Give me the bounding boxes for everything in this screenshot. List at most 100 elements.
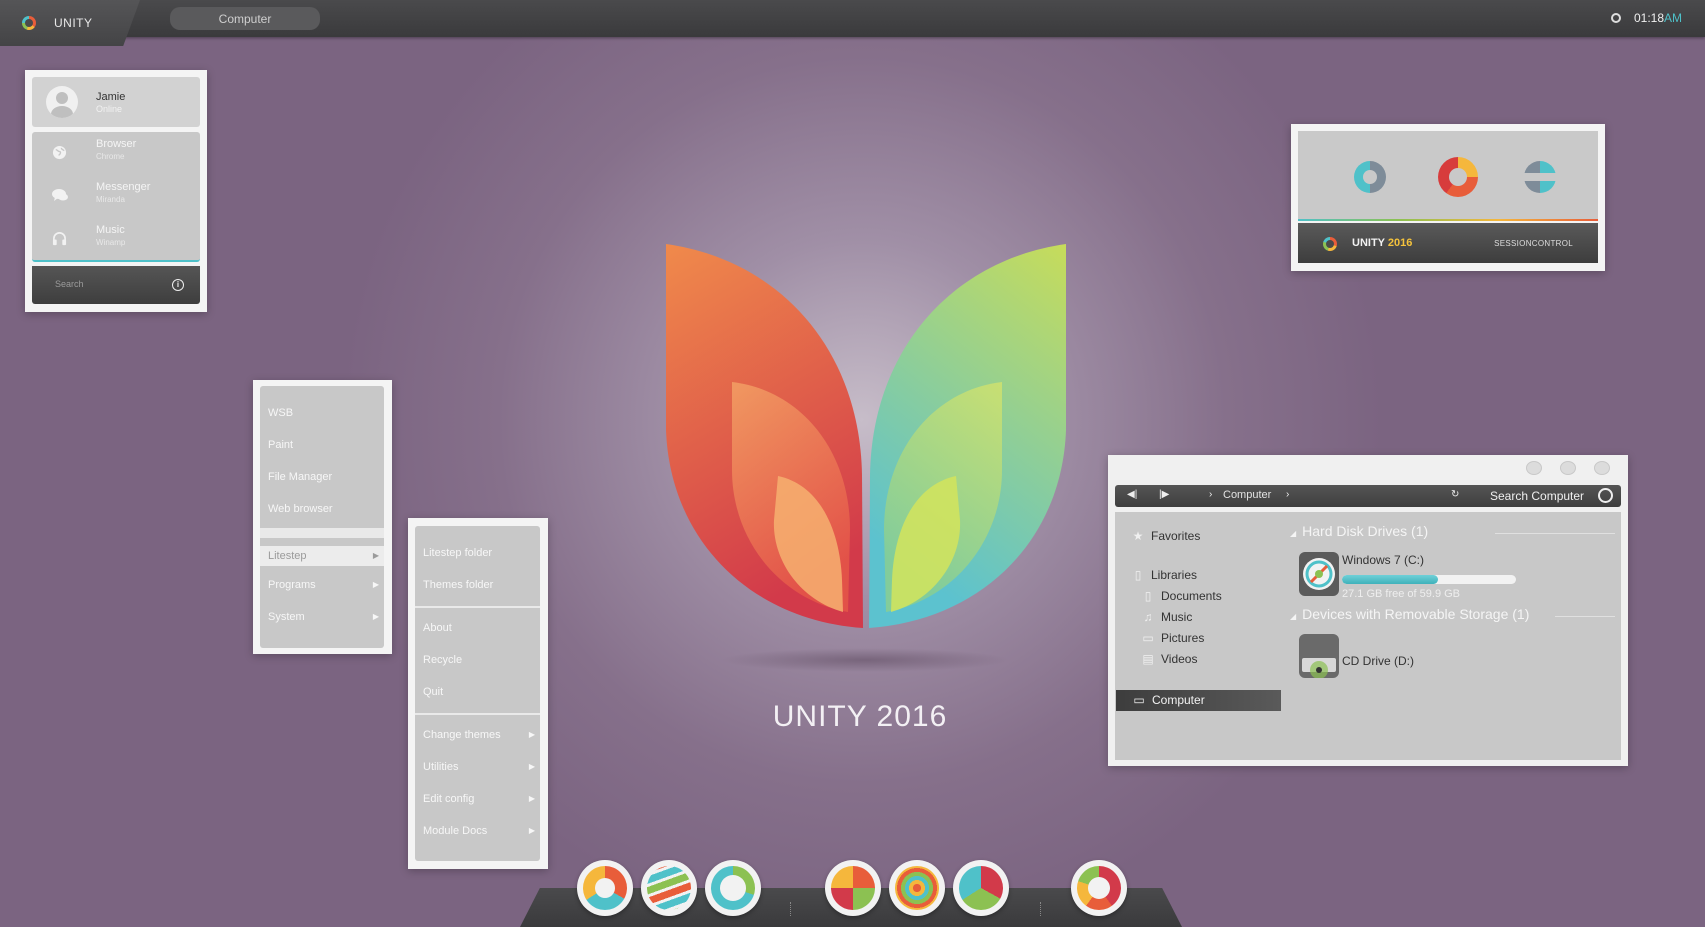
refresh-icon[interactable]: ↻ [1451,489,1459,500]
menu-item-paint[interactable]: Paint [260,430,384,460]
menu-item-quit[interactable]: Quit [415,677,540,707]
search-icon[interactable] [1598,488,1613,503]
headphones-icon [52,231,67,246]
nav-libraries[interactable]: ▯ Libraries [1131,568,1197,582]
back-icon[interactable]: ◀| [1127,489,1137,500]
group-hard-disks[interactable]: ◢ Hard Disk Drives (1) [1290,523,1428,539]
collapse-triangle-icon: ◢ [1290,529,1297,538]
user-header[interactable]: Jamie Online [32,77,200,127]
user-name: Jamie [96,91,126,103]
book-icon: ▯ [1134,568,1142,582]
clock[interactable]: 01:18AM [1634,11,1682,25]
search-input[interactable]: Search Computer [1490,489,1584,503]
triad-icon[interactable] [953,860,1009,916]
session-widget: UNITY 2016 SESSIONCONTROL [1291,124,1605,271]
globe-icon [52,145,67,160]
menu-item-themes-folder[interactable]: Themes folder [415,570,540,600]
group-divider [1495,533,1615,534]
restart-icon[interactable] [1524,161,1556,193]
close-button[interactable] [1594,461,1610,475]
menu-item-recycle[interactable]: Recycle [415,645,540,675]
film-icon: ▤ [1142,652,1154,666]
search-input[interactable]: Search [55,279,84,289]
nav-pictures[interactable]: ▭ Pictures [1141,631,1204,645]
menu-item-label: Change themes [423,729,501,741]
breadcrumb-chevron-icon[interactable]: › [1286,489,1289,500]
nav-label: Pictures [1161,631,1205,645]
session-title-text: UNITY [1352,237,1385,249]
start-menu: WSB Paint File Manager Web browser Lites… [253,380,392,654]
chevron-right-icon: ▶ [528,730,535,739]
menu-item-litestep[interactable]: Litestep ▶ [260,546,384,566]
menu-item-change-themes[interactable]: Change themes ▶ [415,720,540,750]
wallpaper-caption: UNITY 2016 [772,700,948,733]
hard-drive-icon[interactable] [1299,552,1339,596]
app-item-messenger[interactable]: Messenger Miranda [32,175,200,217]
menu-item-web-browser[interactable]: Web browser [260,494,384,524]
cd-drive-icon[interactable] [1299,634,1339,679]
computer-icon: ▭ [1133,693,1145,707]
spiral-icon[interactable] [889,860,945,916]
clock-time: 01:18 [1634,11,1665,25]
menu-item-wsb[interactable]: WSB [260,398,384,428]
maximize-button[interactable] [1560,461,1576,475]
minimize-button[interactable] [1526,461,1542,475]
menu-item-system[interactable]: System ▶ [260,602,384,632]
chrome-like-icon[interactable] [577,860,633,916]
menu-item-file-manager[interactable]: File Manager [260,462,384,492]
menu-item-label: Programs [268,579,316,591]
drive-d-name[interactable]: CD Drive (D:) [1342,654,1414,668]
waves-icon[interactable] [641,860,697,916]
info-icon[interactable]: i [172,279,184,291]
drive-c-usage-bar [1342,575,1516,584]
top-bar: UNITY Computer 01:18AM [0,0,1705,46]
app-item-browser[interactable]: Browser Chrome [32,132,200,174]
shutdown-icon[interactable] [1438,157,1478,197]
menu-item-module-docs[interactable]: Module Docs ▶ [415,816,540,846]
group-removable[interactable]: ◢ Devices with Removable Storage (1) [1290,606,1529,622]
nav-documents[interactable]: ▯ Documents [1141,589,1222,603]
session-year: 2016 [1387,237,1413,249]
clock-icon [1611,13,1621,23]
breadcrumb[interactable]: Computer [1223,489,1271,501]
avatar [46,86,78,118]
ring-icon[interactable] [705,860,761,916]
menu-item-edit-config[interactable]: Edit config ▶ [415,784,540,814]
app-label: Browser [96,138,137,150]
chevron-right-icon: ▶ [528,826,535,835]
chevron-right-icon: ▶ [372,580,379,589]
menu-item-programs[interactable]: Programs ▶ [260,570,384,600]
app-item-music[interactable]: Music Winamp [32,218,200,260]
nav-label: Music [1161,610,1193,624]
menu-item-about[interactable]: About [415,613,540,643]
menu-item-label: Edit config [423,793,475,805]
nav-computer[interactable]: ▭ Computer [1116,690,1281,711]
nav-label: Favorites [1151,529,1201,543]
unity-logo-icon [1323,237,1337,251]
nav-favorites[interactable]: ★ Favorites [1131,529,1201,543]
nav-music[interactable]: ♫ Music [1141,610,1193,624]
logoff-icon[interactable] [1354,161,1386,193]
taskbar-tab-computer[interactable]: Computer [170,7,320,30]
app-sub: Chrome [96,152,125,161]
explorer-window: ◀| |▶ › Computer › ↻ Search Computer ★ Fa… [1108,455,1628,766]
nav-label: Documents [1161,589,1222,603]
group-label: Hard Disk Drives (1) [1302,523,1429,539]
unity-icon[interactable] [1071,860,1127,916]
menu-item-litestep-folder[interactable]: Litestep folder [415,538,540,568]
logo-shadow [720,648,1010,672]
nav-videos[interactable]: ▤ Videos [1141,652,1197,666]
user-panel: Jamie Online Browser Chrome Messenger Mi… [25,70,207,312]
drive-c-name[interactable]: Windows 7 (C:) [1342,553,1424,567]
session-bar: UNITY 2016 SESSIONCONTROL [1298,223,1598,263]
user-search-bar[interactable]: Search i [32,266,200,304]
tiles-icon[interactable] [825,860,881,916]
forward-icon[interactable]: |▶ [1159,489,1169,500]
address-bar: ◀| |▶ › Computer › ↻ Search Computer [1115,485,1621,507]
litestep-submenu: Litestep folder Themes folder About Recy… [408,518,548,869]
menu-item-utilities[interactable]: Utilities ▶ [415,752,540,782]
chevron-right-icon: ▶ [372,612,379,621]
app-label: Messenger [96,181,151,193]
music-note-icon: ♫ [1143,610,1153,624]
start-button[interactable]: UNITY [0,0,140,46]
